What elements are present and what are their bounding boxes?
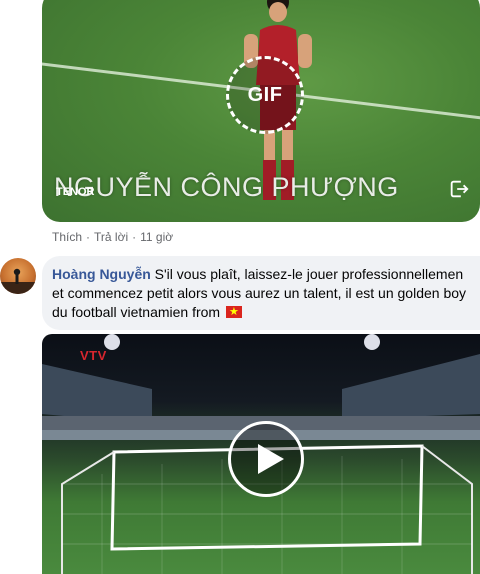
comment-line-2: et commencez petit alors vous aurez un t…	[52, 285, 467, 301]
tenor-label: TENOR	[56, 186, 95, 198]
comment-line-3: du football vietnamien from	[52, 304, 221, 320]
comment-author[interactable]: Hoàng Nguyễn	[52, 266, 151, 282]
like-link[interactable]: Thích	[52, 230, 82, 244]
comment-line-1: S'il vous plaît, laissez-le jouer profes…	[154, 266, 464, 282]
gif-attachment[interactable]: GIF NGUYỄN CÔNG PHƯỢNG TENOR	[42, 0, 480, 222]
separator: ·	[132, 230, 137, 244]
reply-link[interactable]: Trả lời	[94, 230, 128, 244]
video-attachment[interactable]: VTV	[42, 334, 480, 574]
gif-caption: NGUYỄN CÔNG PHƯỢNG	[54, 172, 399, 202]
vietnam-flag-icon	[225, 303, 242, 322]
vtv-logo: VTV	[80, 348, 107, 363]
avatar-silhouette	[0, 268, 36, 294]
timestamp[interactable]: 11 giờ	[140, 230, 173, 244]
share-icon[interactable]	[448, 178, 470, 200]
comment-body: Hoàng Nguyễn S'il vous plaît, laissez-le…	[52, 265, 480, 322]
avatar[interactable]	[0, 258, 36, 294]
gif-badge[interactable]: GIF	[226, 56, 304, 134]
separator: ·	[86, 230, 91, 244]
play-button[interactable]	[228, 421, 304, 497]
comment-actions: Thích · Trả lời · 11 giờ	[52, 230, 173, 244]
